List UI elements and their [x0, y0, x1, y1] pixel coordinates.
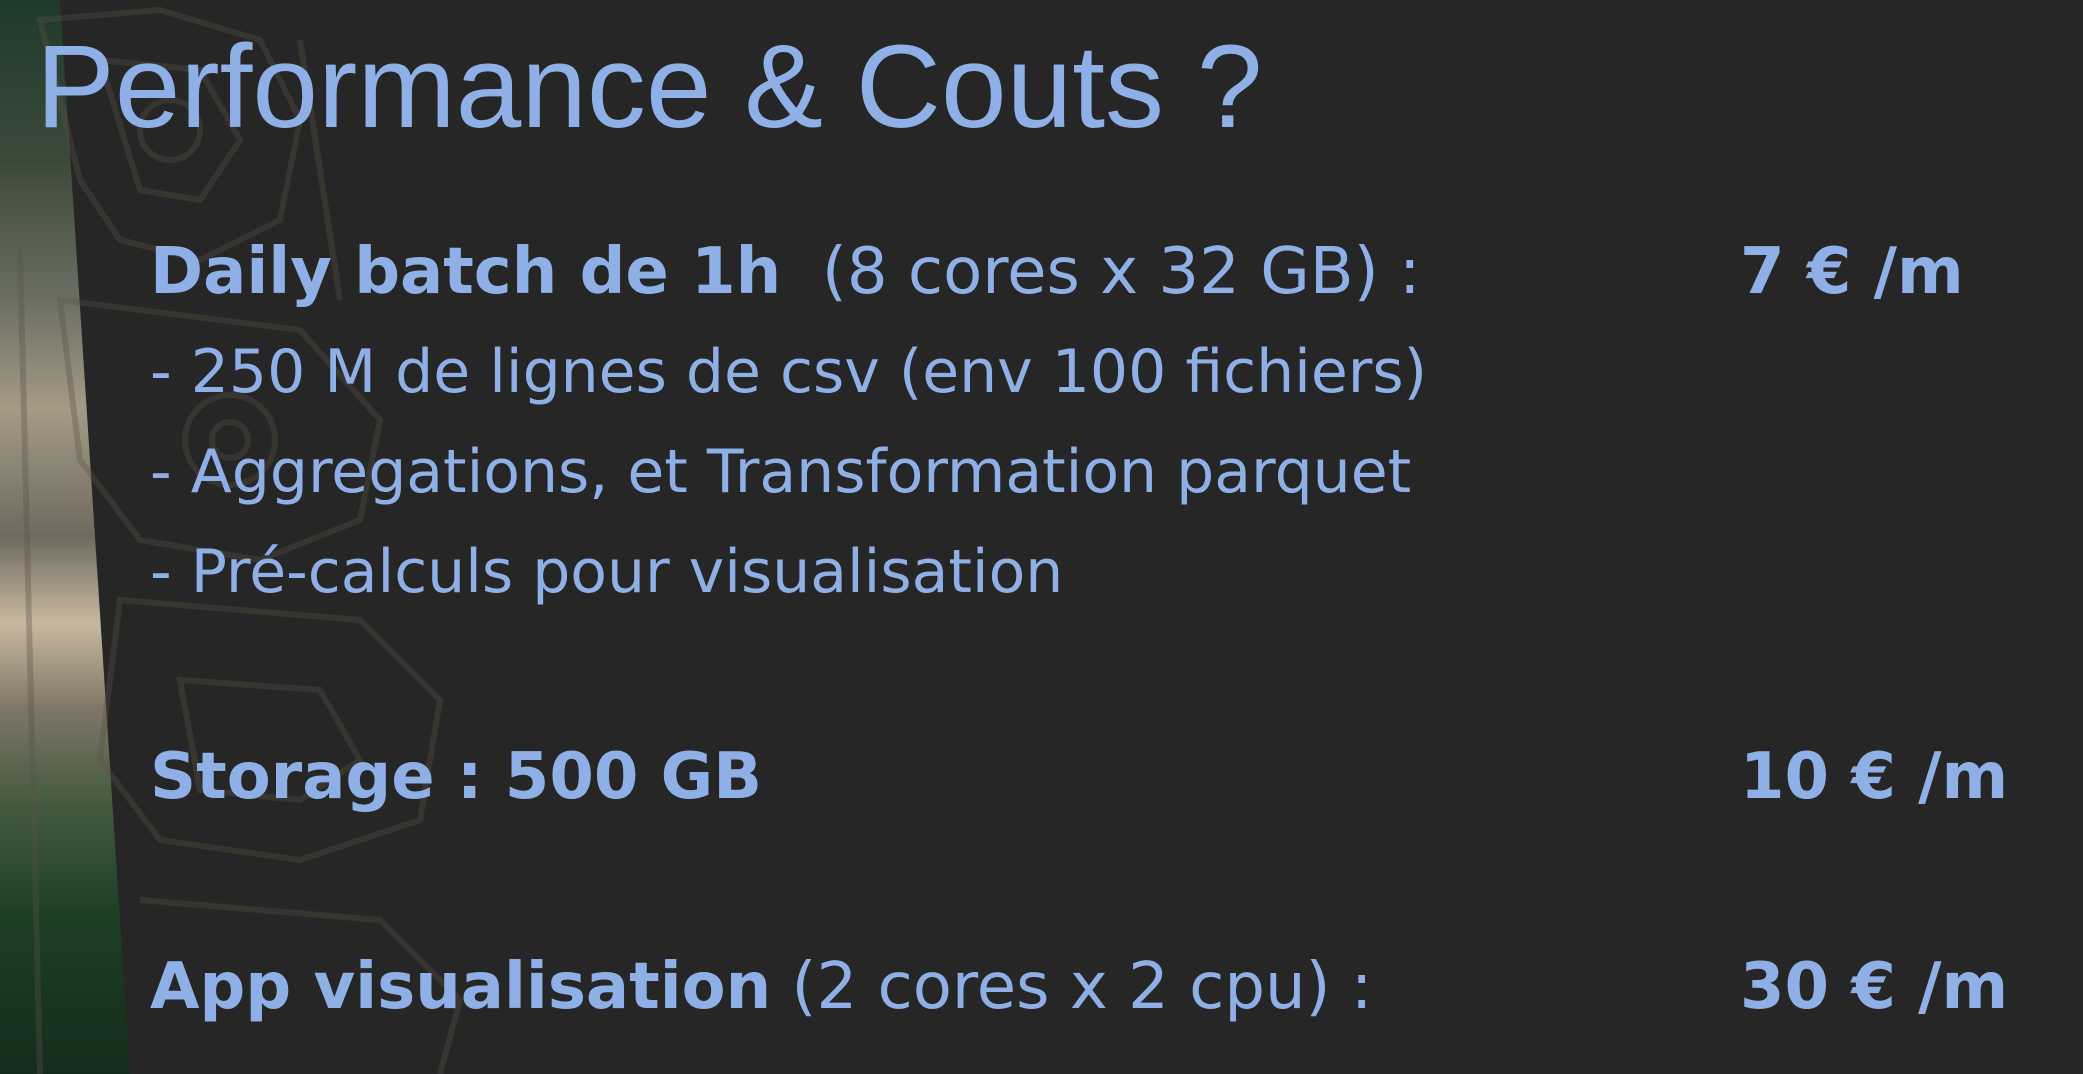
app-visualisation-price: 30 € /m: [1740, 950, 2009, 1024]
daily-batch-price: 7 € /m: [1740, 235, 1964, 309]
bullet-aggregations: - Aggregations, et Transformation parque…: [150, 437, 1412, 507]
daily-batch-label: Daily batch de 1h: [150, 235, 782, 309]
slide-title: Performance & Couts ?: [36, 21, 1263, 153]
bullet-csv-lines: - 250 M de lignes de csv (env 100 fichie…: [150, 337, 1428, 407]
bullet-precalculs: - Pré-calculs pour visualisation: [150, 537, 1064, 607]
slide: Performance & Couts ? Daily batch de 1h …: [0, 0, 2083, 1074]
storage-price: 10 € /m: [1740, 740, 2009, 814]
slide-content: Daily batch de 1h (8 cores x 32 GB) : 7 …: [150, 222, 2050, 1037]
app-visualisation-spec: (2 cores x 2 cpu) :: [771, 950, 1373, 1024]
cost-row-storage: Storage : 500 GB 10 € /m: [150, 727, 2050, 827]
cost-row-daily-batch: Daily batch de 1h (8 cores x 32 GB) : 7 …: [150, 222, 2050, 322]
storage-label: Storage : 500 GB: [150, 740, 762, 814]
app-visualisation-label: App visualisation: [150, 950, 772, 1024]
cost-row-app-visualisation: App visualisation (2 cores x 2 cpu) : 30…: [150, 937, 2050, 1037]
daily-batch-spec: (8 cores x 32 GB) :: [781, 235, 1421, 309]
